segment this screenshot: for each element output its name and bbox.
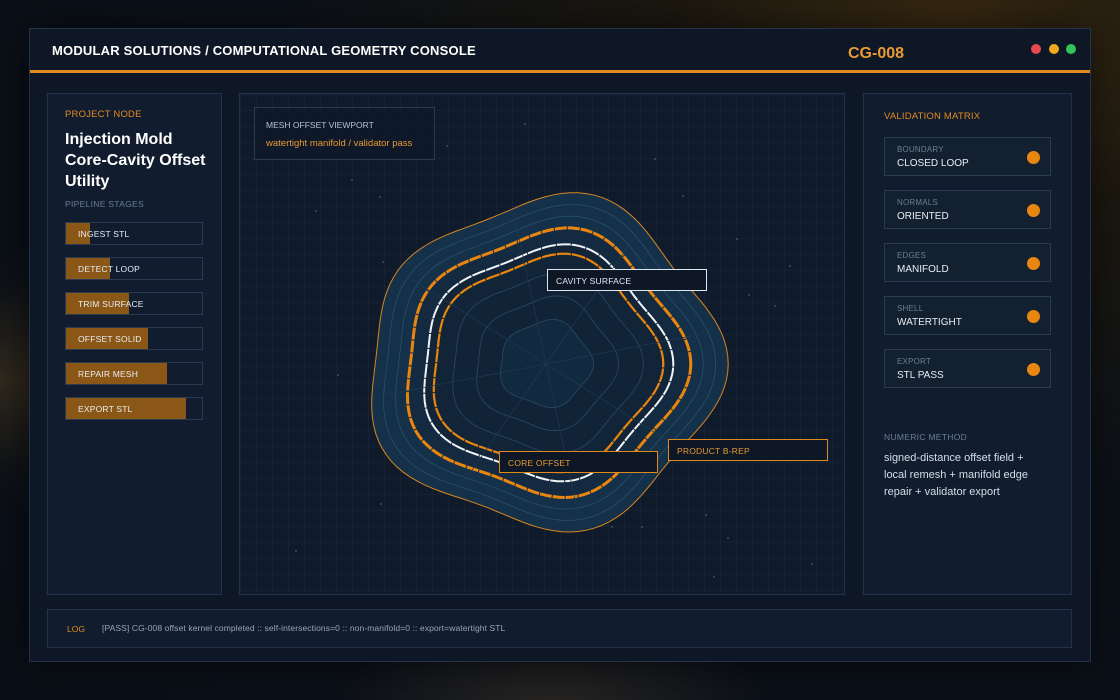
validation-matrix-label: VALIDATION MATRIX — [884, 111, 981, 122]
core-offset-callout: CORE OFFSET — [499, 451, 658, 473]
numeric-method-text: signed-distance offset field + local rem… — [884, 452, 1028, 498]
pipeline-stage-offset-solid[interactable]: OFFSET SOLID — [65, 327, 203, 350]
validation-value: ORIENTED — [897, 211, 949, 222]
close-window-icon[interactable] — [1031, 44, 1041, 54]
job-id: CG-008 — [848, 45, 905, 62]
project-panel: PROJECT NODE Injection Mold Core-Cavity … — [47, 93, 222, 595]
validation-item-export[interactable]: EXPORT STL PASS — [884, 349, 1051, 388]
validation-item-shell[interactable]: SHELL WATERTIGHT — [884, 296, 1051, 335]
app-title: MODULAR SOLUTIONS / COMPUTATIONAL GEOMET… — [52, 43, 476, 58]
stage-label: INGEST STL — [78, 229, 130, 239]
validation-value: MANIFOLD — [897, 264, 949, 275]
validation-item-boundary[interactable]: BOUNDARY CLOSED LOOP — [884, 137, 1051, 176]
mesh-canvas[interactable] — [240, 94, 845, 595]
minimize-window-icon[interactable] — [1049, 44, 1059, 54]
validation-key: EXPORT — [897, 357, 931, 366]
viewport-subtitle: watertight manifold / validator pass — [266, 138, 413, 149]
validation-value: STL PASS — [897, 370, 944, 381]
validation-key: NORMALS — [897, 198, 938, 207]
pipeline-stage-detect-loop[interactable]: DETECT LOOP — [65, 257, 203, 280]
product-brep-callout: PRODUCT B-REP — [668, 439, 828, 461]
pipeline-stages-label: PIPELINE STAGES — [65, 199, 144, 209]
status-dot-icon — [1027, 310, 1040, 323]
validation-value: CLOSED LOOP — [897, 158, 969, 169]
title-bar: MODULAR SOLUTIONS / COMPUTATIONAL GEOMET… — [30, 29, 1090, 73]
pipeline-stage-ingest-stl[interactable]: INGEST STL — [65, 222, 203, 245]
maximize-window-icon[interactable] — [1066, 44, 1076, 54]
pipeline-stage-trim-surface[interactable]: TRIM SURFACE — [65, 292, 203, 315]
log-message: [PASS] CG-008 offset kernel completed ::… — [102, 623, 506, 633]
status-dot-icon — [1027, 204, 1040, 217]
status-dot-icon — [1027, 363, 1040, 376]
mesh-offset-viewport[interactable]: MESH OFFSET VIEWPORT watertight manifold… — [239, 93, 845, 595]
validation-item-normals[interactable]: NORMALS ORIENTED — [884, 190, 1051, 229]
log-label: LOG — [67, 624, 85, 634]
viewport-title: MESH OFFSET VIEWPORT — [266, 120, 374, 130]
stage-label: OFFSET SOLID — [78, 334, 142, 344]
validation-key: SHELL — [897, 304, 924, 313]
validation-panel: VALIDATION MATRIX BOUNDARY CLOSED LOOP N… — [863, 93, 1072, 595]
viewport-info-tag: MESH OFFSET VIEWPORT watertight manifold… — [254, 107, 435, 160]
status-dot-icon — [1027, 151, 1040, 164]
validation-item-edges[interactable]: EDGES MANIFOLD — [884, 243, 1051, 282]
validation-list: BOUNDARY CLOSED LOOP NORMALS ORIENTED ED… — [884, 137, 1051, 402]
stage-label: REPAIR MESH — [78, 369, 139, 379]
log-panel: LOG [PASS] CG-008 offset kernel complete… — [47, 609, 1072, 648]
status-dot-icon — [1027, 257, 1040, 270]
cavity-surface-callout: CAVITY SURFACE — [547, 269, 707, 291]
pipeline-stage-export-stl[interactable]: EXPORT STL — [65, 397, 203, 420]
validation-key: EDGES — [897, 251, 927, 260]
stage-label: TRIM SURFACE — [78, 299, 144, 309]
validation-key: BOUNDARY — [897, 145, 944, 154]
validation-value: WATERTIGHT — [897, 317, 962, 328]
project-title: Injection Mold Core-Cavity Offset Utilit… — [65, 131, 206, 190]
project-node-label: PROJECT NODE — [65, 109, 142, 120]
console-window: MODULAR SOLUTIONS / COMPUTATIONAL GEOMET… — [29, 28, 1091, 662]
stage-label: DETECT LOOP — [78, 264, 141, 274]
numeric-method-label: NUMERIC METHOD — [884, 432, 968, 442]
stage-label: EXPORT STL — [78, 404, 133, 414]
pipeline-stage-repair-mesh[interactable]: REPAIR MESH — [65, 362, 203, 385]
pipeline-stage-list: INGEST STL DETECT LOOP TRIM SURFACE OFFS… — [65, 222, 203, 432]
